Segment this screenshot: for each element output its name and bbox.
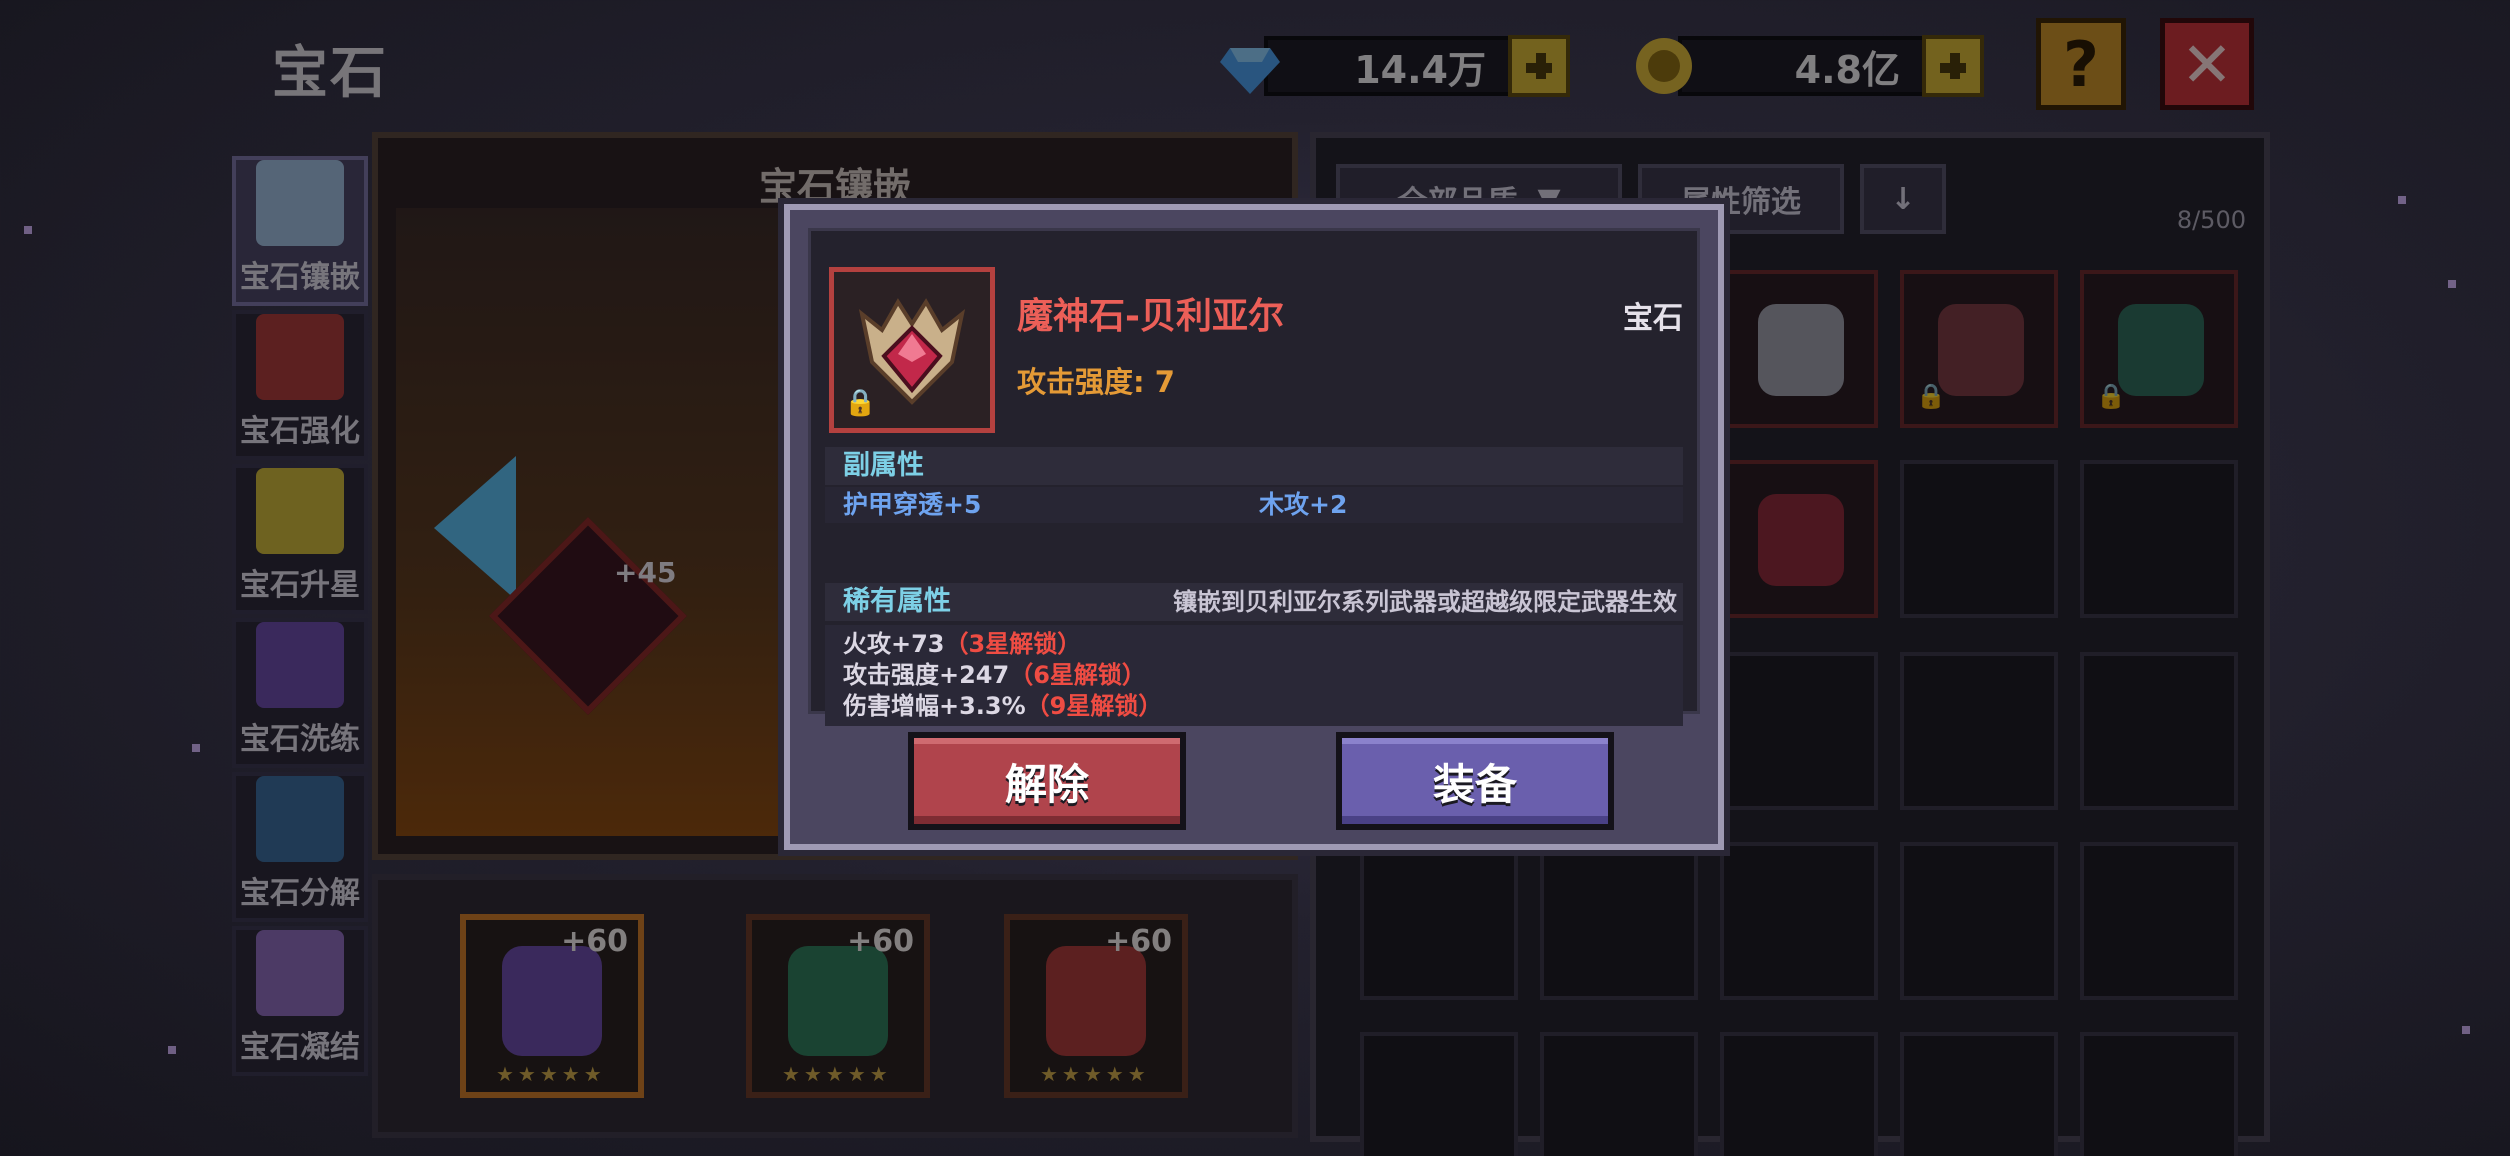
gem-slot-1[interactable]: +60 ★★★★★: [460, 914, 644, 1098]
gem-detail-popup: 🔒 魔神石-贝利亚尔 宝石 攻击强度: 7 副属性 护甲穿透+5 木攻+2 稀有…: [784, 204, 1724, 850]
inventory-slot[interactable]: [1900, 460, 2058, 618]
star-rating: ★★★★★: [1040, 1062, 1150, 1086]
gem-slot-3[interactable]: +60 ★★★★★: [1004, 914, 1188, 1098]
sub-stat-wood-attack: 木攻+2: [1259, 490, 1348, 519]
reforge-icon: [256, 622, 344, 708]
gem-slots-row: +60 ★★★★★ +60 ★★★★★ +60 ★★★★★: [372, 874, 1298, 1138]
inventory-slot[interactable]: [2080, 1032, 2238, 1156]
red-gem-icon: [1046, 946, 1146, 1056]
fox-gem-icon: [1758, 304, 1844, 396]
star-icon: [256, 468, 344, 554]
add-diamond-button[interactable]: [1508, 35, 1570, 97]
lock-icon: 🔒: [2096, 382, 2126, 410]
inventory-slot[interactable]: [1900, 1032, 2058, 1156]
inventory-slot[interactable]: [2080, 842, 2238, 1000]
heart-gem-icon: [256, 314, 344, 400]
close-button[interactable]: ✕: [2160, 18, 2254, 110]
inventory-slot[interactable]: [1900, 652, 2058, 810]
sort-arrow-down-icon[interactable]: ↓: [1860, 164, 1946, 234]
inventory-slot[interactable]: [1720, 1032, 1878, 1156]
star-rating: ★★★★★: [496, 1062, 606, 1086]
page-title: 宝石: [272, 41, 388, 106]
gold-amount: 4.8亿: [1678, 36, 1928, 96]
nav-gem-condense[interactable]: 宝石凝结: [232, 926, 368, 1076]
equip-gem-button[interactable]: 装备: [1336, 732, 1614, 830]
inventory-slot[interactable]: [1720, 842, 1878, 1000]
inventory-slot[interactable]: [1360, 842, 1518, 1000]
green-gem-icon: [2118, 304, 2204, 396]
inventory-slot[interactable]: [1360, 1032, 1518, 1156]
red-gem-icon: [1938, 304, 2024, 396]
nav-gem-inlay[interactable]: 宝石镶嵌: [232, 156, 368, 306]
inventory-slot[interactable]: [1720, 270, 1878, 428]
inventory-slot[interactable]: 🔒: [2080, 270, 2238, 428]
center-slot-level: +45: [614, 556, 677, 589]
remove-gem-button[interactable]: 解除: [908, 732, 1186, 830]
decompose-icon: [256, 776, 344, 862]
green-gem-icon: [788, 946, 888, 1056]
inventory-slot[interactable]: [1540, 842, 1698, 1000]
gem-detail-body: 🔒 魔神石-贝利亚尔 宝石 攻击强度: 7 副属性 护甲穿透+5 木攻+2 稀有…: [808, 228, 1700, 726]
gem-inlay-icon: [256, 160, 344, 246]
inlay-title: 宝石镶嵌: [758, 165, 911, 209]
gem-type: 宝石: [1623, 301, 1683, 336]
nav-gem-enhance[interactable]: 宝石强化: [232, 310, 368, 460]
gold-coin-icon: [1636, 38, 1692, 94]
inventory-slot[interactable]: [1540, 1032, 1698, 1156]
diamond-currency: 14.4万: [1218, 32, 1570, 100]
inventory-slot[interactable]: [1720, 652, 1878, 810]
diamond-amount: 14.4万: [1264, 36, 1514, 96]
gem-slot-2[interactable]: +60 ★★★★★: [746, 914, 930, 1098]
purple-gem-icon: [502, 946, 602, 1056]
main-stat: 攻击强度: 7: [1017, 365, 1175, 399]
gem-icon-frame: 🔒: [829, 267, 995, 433]
help-button[interactable]: ?: [2036, 18, 2126, 110]
condense-icon: [256, 930, 344, 1016]
inventory-slot[interactable]: [1720, 460, 1878, 618]
nav-gem-star-up[interactable]: 宝石升星: [232, 464, 368, 614]
inventory-slot[interactable]: [2080, 460, 2238, 618]
rare-stat-line: 攻击强度+247（6星解锁）: [843, 661, 1146, 689]
inventory-slot[interactable]: [2080, 652, 2238, 810]
lock-icon: 🔒: [844, 388, 877, 418]
star-rating: ★★★★★: [782, 1062, 892, 1086]
rare-attribute-note: 镶嵌到贝利亚尔系列武器或超越级限定武器生效: [1173, 588, 1677, 616]
rare-attributes-heading: 稀有属性 镶嵌到贝利亚尔系列武器或超越级限定武器生效: [825, 583, 1683, 621]
inventory-slot[interactable]: [1900, 842, 2058, 1000]
gem-name: 魔神石-贝利亚尔: [1017, 296, 1284, 337]
side-nav: 宝石镶嵌 宝石强化 宝石升星 宝石洗练 宝石分解 宝石凝结: [232, 156, 368, 1080]
inventory-slot[interactable]: 🔒: [1900, 270, 2058, 428]
rare-stat-line: 火攻+73（3星解锁）: [843, 630, 1082, 658]
lock-icon: 🔒: [1916, 382, 1946, 410]
diamond-icon: [1220, 48, 1280, 94]
inventory-count: 8/500: [2176, 206, 2246, 234]
nav-gem-decompose[interactable]: 宝石分解: [232, 772, 368, 922]
add-gold-button[interactable]: [1922, 35, 1984, 97]
gold-currency: 4.8亿: [1632, 32, 1984, 100]
rare-attributes-list: 火攻+73（3星解锁） 攻击强度+247（6星解锁） 伤害增幅+3.3%（9星解…: [825, 625, 1683, 726]
rare-stat-line: 伤害增幅+3.3%（9星解锁）: [843, 692, 1163, 720]
sub-attributes-heading: 副属性: [825, 447, 1683, 485]
nav-gem-reforge[interactable]: 宝石洗练: [232, 618, 368, 768]
red-gem-icon: [1758, 494, 1844, 586]
sub-stat-armor-pen: 护甲穿透+5: [843, 490, 982, 519]
prev-arrow-icon[interactable]: [434, 456, 516, 600]
sub-attributes-row: 护甲穿透+5 木攻+2: [825, 487, 1683, 523]
